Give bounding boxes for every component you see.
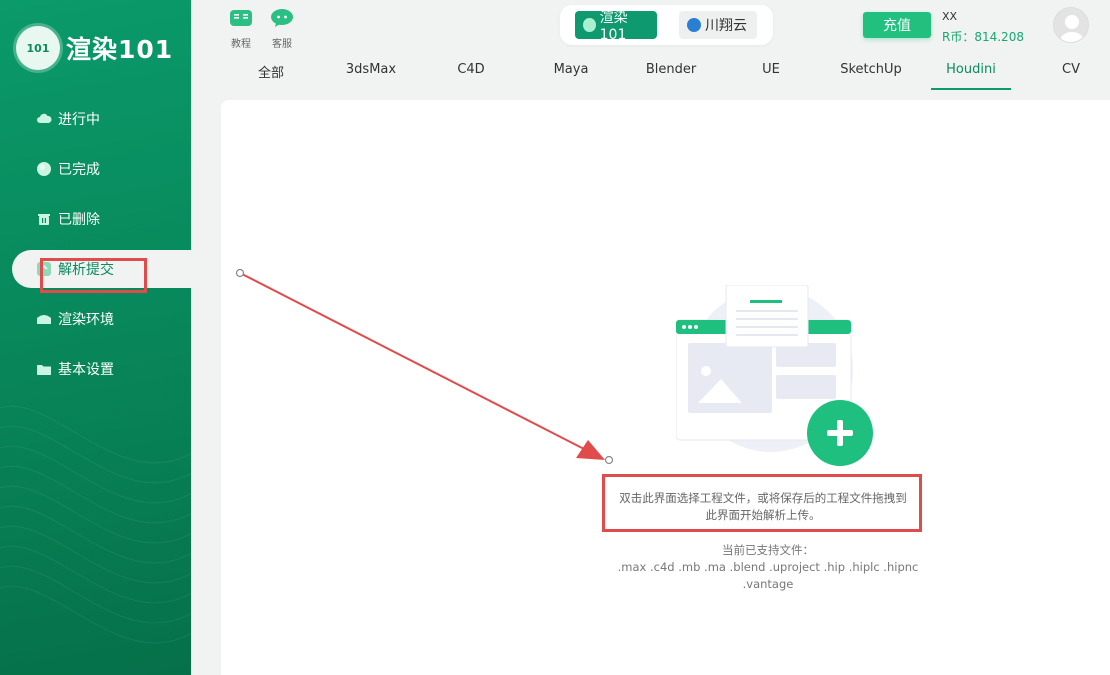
folder-icon xyxy=(36,361,52,377)
upload-illustration xyxy=(676,285,873,466)
tab-houdini[interactable]: Houdini xyxy=(931,62,1011,90)
customer-service-label: 客服 xyxy=(272,39,292,50)
switch-option-chuanxiangyun[interactable]: 川翔云 xyxy=(679,11,757,39)
switch-option-label: 川翔云 xyxy=(705,18,747,34)
sidebar: 101 渲染101 进行中 已完成 已删除 解析提交 渲染环境 基本设置 xyxy=(0,0,191,675)
logo-text: 渲染101 xyxy=(66,35,174,64)
xuanran101-logo-icon xyxy=(583,18,596,32)
sidebar-item-environment[interactable]: 渲染环境 xyxy=(0,300,191,338)
tutorial-label: 教程 xyxy=(231,39,251,50)
tab-all[interactable]: 全部 xyxy=(231,62,311,90)
sidebar-item-in-progress[interactable]: 进行中 xyxy=(0,100,191,138)
sidebar-item-label: 已完成 xyxy=(58,162,100,178)
user-name: XX xyxy=(942,10,958,23)
environment-icon xyxy=(36,311,52,327)
annotation-box-hint xyxy=(602,474,922,532)
tab-sketchup[interactable]: SketchUp xyxy=(831,62,911,90)
tab-blender[interactable]: Blender xyxy=(631,62,711,90)
cloud-icon xyxy=(36,111,52,127)
drop-zone[interactable]: 双击此界面选择工程文件，或将保存后的工程文件拖拽到 此界面开始解析上传。 当前已… xyxy=(221,100,1110,675)
annotation-box-nav xyxy=(40,258,147,293)
recharge-button[interactable]: 充值 xyxy=(863,12,931,38)
sidebar-item-completed[interactable]: 已完成 xyxy=(0,150,191,188)
tab-cv[interactable]: CV xyxy=(1031,62,1110,90)
user-avatar-icon xyxy=(1060,15,1084,42)
sidebar-item-label: 基本设置 xyxy=(58,362,114,378)
sidebar-item-settings[interactable]: 基本设置 xyxy=(0,350,191,388)
user-coin-balance: R币：814.208 xyxy=(942,30,1024,44)
logo-badge: 101 xyxy=(16,26,60,70)
supported-files: 当前已支持文件： .max .c4d .mb .ma .blend .uproj… xyxy=(613,542,923,593)
switch-option-label: 渲染101 xyxy=(599,10,628,43)
avatar[interactable] xyxy=(1053,7,1089,43)
sidebar-item-label: 进行中 xyxy=(58,112,100,128)
tab-ue[interactable]: UE xyxy=(731,62,811,90)
sidebar-item-label: 渲染环境 xyxy=(58,312,114,328)
trash-icon xyxy=(36,211,52,227)
sidebar-item-label: 已删除 xyxy=(58,212,100,228)
app-logo: 101 渲染101 xyxy=(16,26,173,70)
supported-files-list: .vantage xyxy=(742,577,794,591)
tab-maya[interactable]: Maya xyxy=(531,62,611,90)
supported-files-title: 当前已支持文件： xyxy=(722,543,814,557)
supported-files-list: .max .c4d .mb .ma .blend .uproject .hip … xyxy=(617,560,919,574)
tutorial-button[interactable]: 教程 xyxy=(228,8,254,50)
book-icon xyxy=(229,8,253,32)
platform-switch: 渲染101 川翔云 xyxy=(560,5,773,45)
top-quick-links: 教程 客服 xyxy=(228,8,310,50)
chuanxiangyun-logo-icon xyxy=(687,18,701,32)
tab-3dsmax[interactable]: 3dsMax xyxy=(331,62,411,90)
sidebar-item-deleted[interactable]: 已删除 xyxy=(0,200,191,238)
check-circle-icon xyxy=(36,161,52,177)
software-tabs: 全部 3dsMax C4D Maya Blender UE SketchUp H… xyxy=(221,62,1110,90)
customer-service-button[interactable]: 客服 xyxy=(269,8,295,50)
tab-c4d[interactable]: C4D xyxy=(431,62,511,90)
chat-icon xyxy=(270,8,294,32)
switch-option-xuanran101[interactable]: 渲染101 xyxy=(575,10,657,43)
sidebar-nav: 进行中 已完成 已删除 解析提交 渲染环境 基本设置 xyxy=(0,100,191,400)
